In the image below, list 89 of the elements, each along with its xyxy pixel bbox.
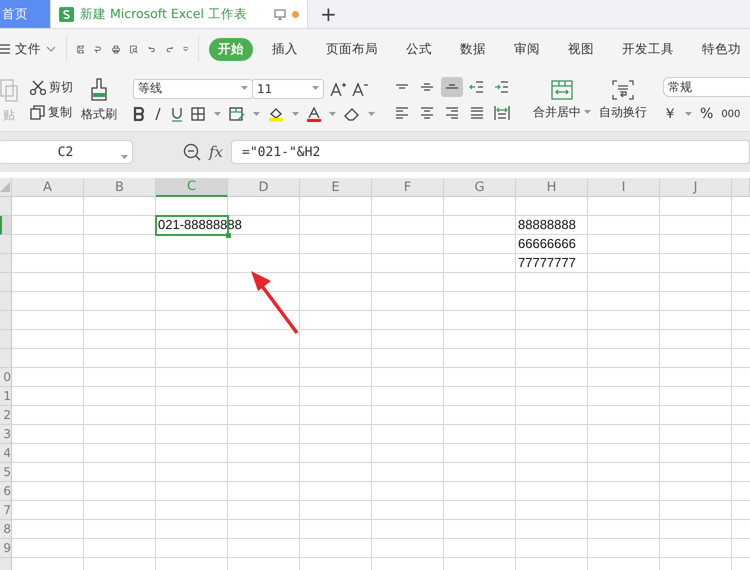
caret-icon[interactable] [584, 110, 591, 114]
dropdown-icon[interactable] [121, 155, 128, 160]
align-bottom-button[interactable] [441, 77, 463, 97]
italic-icon[interactable] [153, 107, 163, 121]
row-header[interactable]: 4 [0, 444, 12, 463]
row-header[interactable]: 9 [0, 539, 12, 558]
column-header[interactable]: H [516, 178, 588, 197]
row-header[interactable]: 0 [0, 368, 12, 387]
increase-font-icon[interactable] [330, 80, 346, 96]
row-header[interactable]: 2 [0, 406, 12, 425]
spreadsheet-icon [59, 6, 74, 22]
copy-icon [30, 105, 45, 120]
chevron-down-icon[interactable] [46, 46, 56, 52]
align-outdent-icon [469, 79, 485, 95]
bold-icon[interactable] [133, 107, 145, 121]
dropdown-icon[interactable] [312, 86, 319, 91]
borders-icon[interactable] [191, 107, 206, 121]
column-header[interactable]: G [444, 178, 516, 197]
font-field[interactable]: 等线 [133, 78, 253, 98]
font-color-icon[interactable] [307, 106, 321, 122]
eraser-icon[interactable] [344, 107, 360, 121]
unsaved-dot-icon [292, 10, 299, 18]
currency-button[interactable]: ￥ [663, 105, 677, 123]
row-header[interactable]: 1 [0, 387, 12, 406]
align-indent-icon [494, 79, 510, 95]
new-tab-button[interactable]: + [308, 0, 349, 28]
brush-icon [90, 78, 108, 102]
annotation-arrow [251, 271, 298, 334]
cell-style-icon[interactable] [229, 107, 245, 121]
insert-function-button[interactable]: fx [209, 143, 224, 161]
ribbon-tab[interactable]: 页面布局 [317, 38, 388, 60]
document-tab[interactable]: 新建 Microsoft Excel 工作表 [50, 0, 308, 28]
ribbon-tab[interactable]: 开发工具 [613, 38, 684, 60]
row-header[interactable]: 5 [0, 463, 12, 482]
format-painter-button[interactable]: 格式刷 [81, 78, 117, 122]
row-header[interactable]: 8 [0, 520, 12, 539]
ribbon-tab[interactable]: 数据 [451, 38, 496, 60]
column-header[interactable]: I [588, 178, 660, 197]
ribbon-tab[interactable]: 公式 [397, 38, 442, 60]
align-distributed-icon [494, 105, 510, 121]
scissors-icon [30, 80, 46, 95]
merge-center-button[interactable]: 合并居中 [533, 80, 591, 120]
dropdown-icon[interactable] [241, 86, 248, 91]
underline-icon[interactable] [171, 106, 183, 122]
dropdown-icon[interactable] [368, 112, 375, 116]
name-box[interactable]: C2 [0, 140, 133, 164]
clipboard-icon [0, 76, 18, 102]
number-format-field[interactable]: 常规 [663, 77, 750, 97]
align-bottom-icon [444, 84, 460, 90]
wrap-text-icon [612, 80, 634, 100]
percent-button[interactable]: % [700, 106, 714, 122]
row-header[interactable]: 7 [0, 501, 12, 520]
zoom-icon[interactable] [183, 143, 201, 161]
thousands-button[interactable]: 000 [721, 108, 740, 120]
ribbon-tab[interactable]: 特色功 [693, 38, 750, 60]
column-header[interactable]: D [228, 178, 300, 197]
menu-icon[interactable] [0, 44, 10, 54]
fill-color-icon[interactable] [268, 106, 284, 122]
formula-field[interactable]: ="021-"&H2 [231, 140, 750, 164]
monitor-icon[interactable] [274, 8, 286, 20]
file-menu[interactable]: 文件 [0, 40, 56, 58]
align-right-icon [444, 105, 460, 121]
dropdown-icon[interactable] [214, 112, 221, 116]
column-header[interactable]: B [84, 178, 156, 197]
align-top-icon [394, 84, 410, 90]
dropdown-icon[interactable] [685, 112, 692, 116]
row-header[interactable] [0, 216, 12, 235]
merge-cells-icon [551, 80, 573, 100]
font-size-field[interactable]: 11 [252, 78, 324, 98]
ribbon-tab[interactable]: 视图 [559, 38, 604, 60]
align-justify-icon [469, 105, 485, 121]
wrap-text-button[interactable]: 自动换行 [599, 80, 647, 120]
column-header[interactable]: F [372, 178, 444, 197]
column-header[interactable]: E [300, 178, 372, 197]
dropdown-icon[interactable] [253, 112, 260, 116]
dropdown-icon[interactable] [329, 112, 336, 116]
row-header[interactable]: 3 [0, 425, 12, 444]
ribbon-tab[interactable]: 插入 [263, 38, 308, 60]
copy-button[interactable]: 复制 [30, 104, 73, 121]
row-header[interactable]: 6 [0, 482, 12, 501]
align-left-icon [394, 105, 410, 121]
column-header[interactable]: J [660, 178, 732, 197]
customize-dropdown-icon[interactable] [183, 45, 188, 53]
ribbon-tab[interactable]: 审阅 [505, 38, 550, 60]
column-header[interactable]: A [12, 178, 84, 197]
decrease-font-icon[interactable] [352, 80, 368, 96]
cut-button[interactable]: 剪切 [30, 79, 73, 96]
align-center-icon [419, 105, 435, 121]
dropdown-icon[interactable] [292, 112, 299, 116]
